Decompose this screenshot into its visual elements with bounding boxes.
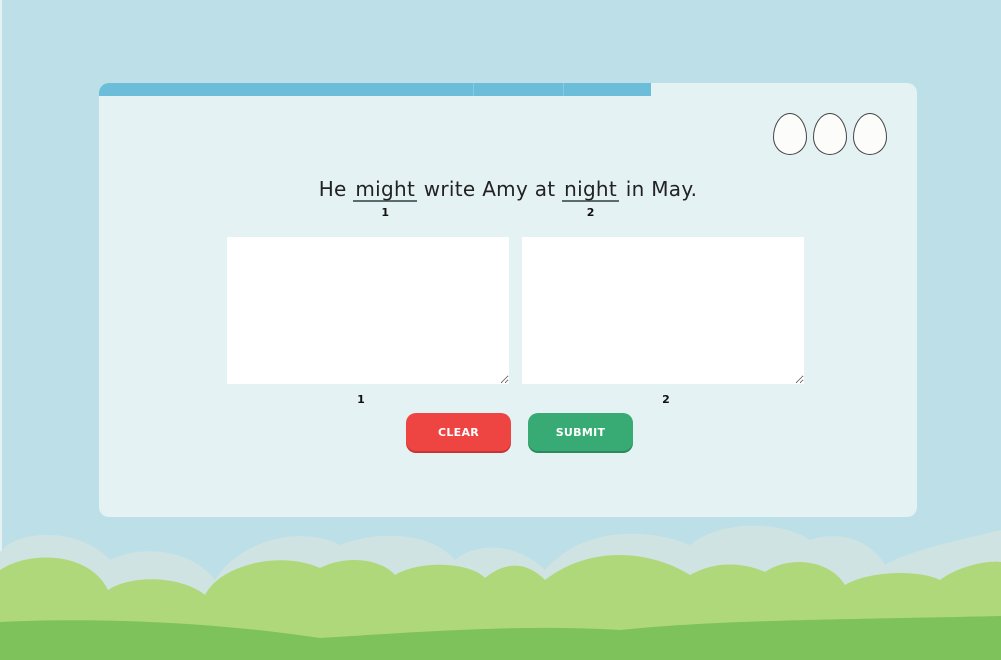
answer-box-1-label: 1 [357, 393, 365, 406]
egg-icon [773, 113, 807, 155]
hills-background [0, 525, 1001, 660]
target-word-text: night [564, 177, 618, 201]
progress-fill [99, 83, 652, 96]
target-word-number: 2 [586, 206, 595, 219]
clear-button[interactable]: CLEAR [406, 413, 511, 451]
answer-box-2-label: 2 [662, 393, 670, 406]
prompt-sentence: He might 1 write Amy at night 2 in May. [99, 177, 917, 219]
target-word-2: night 2 [562, 177, 620, 219]
progress-bar [99, 83, 917, 96]
lives-indicator [773, 113, 887, 155]
progress-segment-divider [563, 83, 564, 96]
sentence-text: in May. [619, 177, 698, 201]
egg-icon [813, 113, 847, 155]
submit-button[interactable]: SUBMIT [528, 413, 633, 451]
target-word-1: might 1 [353, 177, 418, 219]
sentence-text: write Amy at [417, 177, 563, 201]
progress-segment-divider [473, 83, 474, 96]
exercise-card: He might 1 write Amy at night 2 in May. 1 … [99, 83, 917, 517]
egg-icon [853, 113, 887, 155]
answer-box-2[interactable] [522, 237, 804, 384]
sentence-text: He [318, 177, 354, 201]
target-word-number: 1 [381, 206, 390, 219]
target-word-text: might [355, 177, 416, 201]
answer-box-1[interactable] [227, 237, 509, 384]
